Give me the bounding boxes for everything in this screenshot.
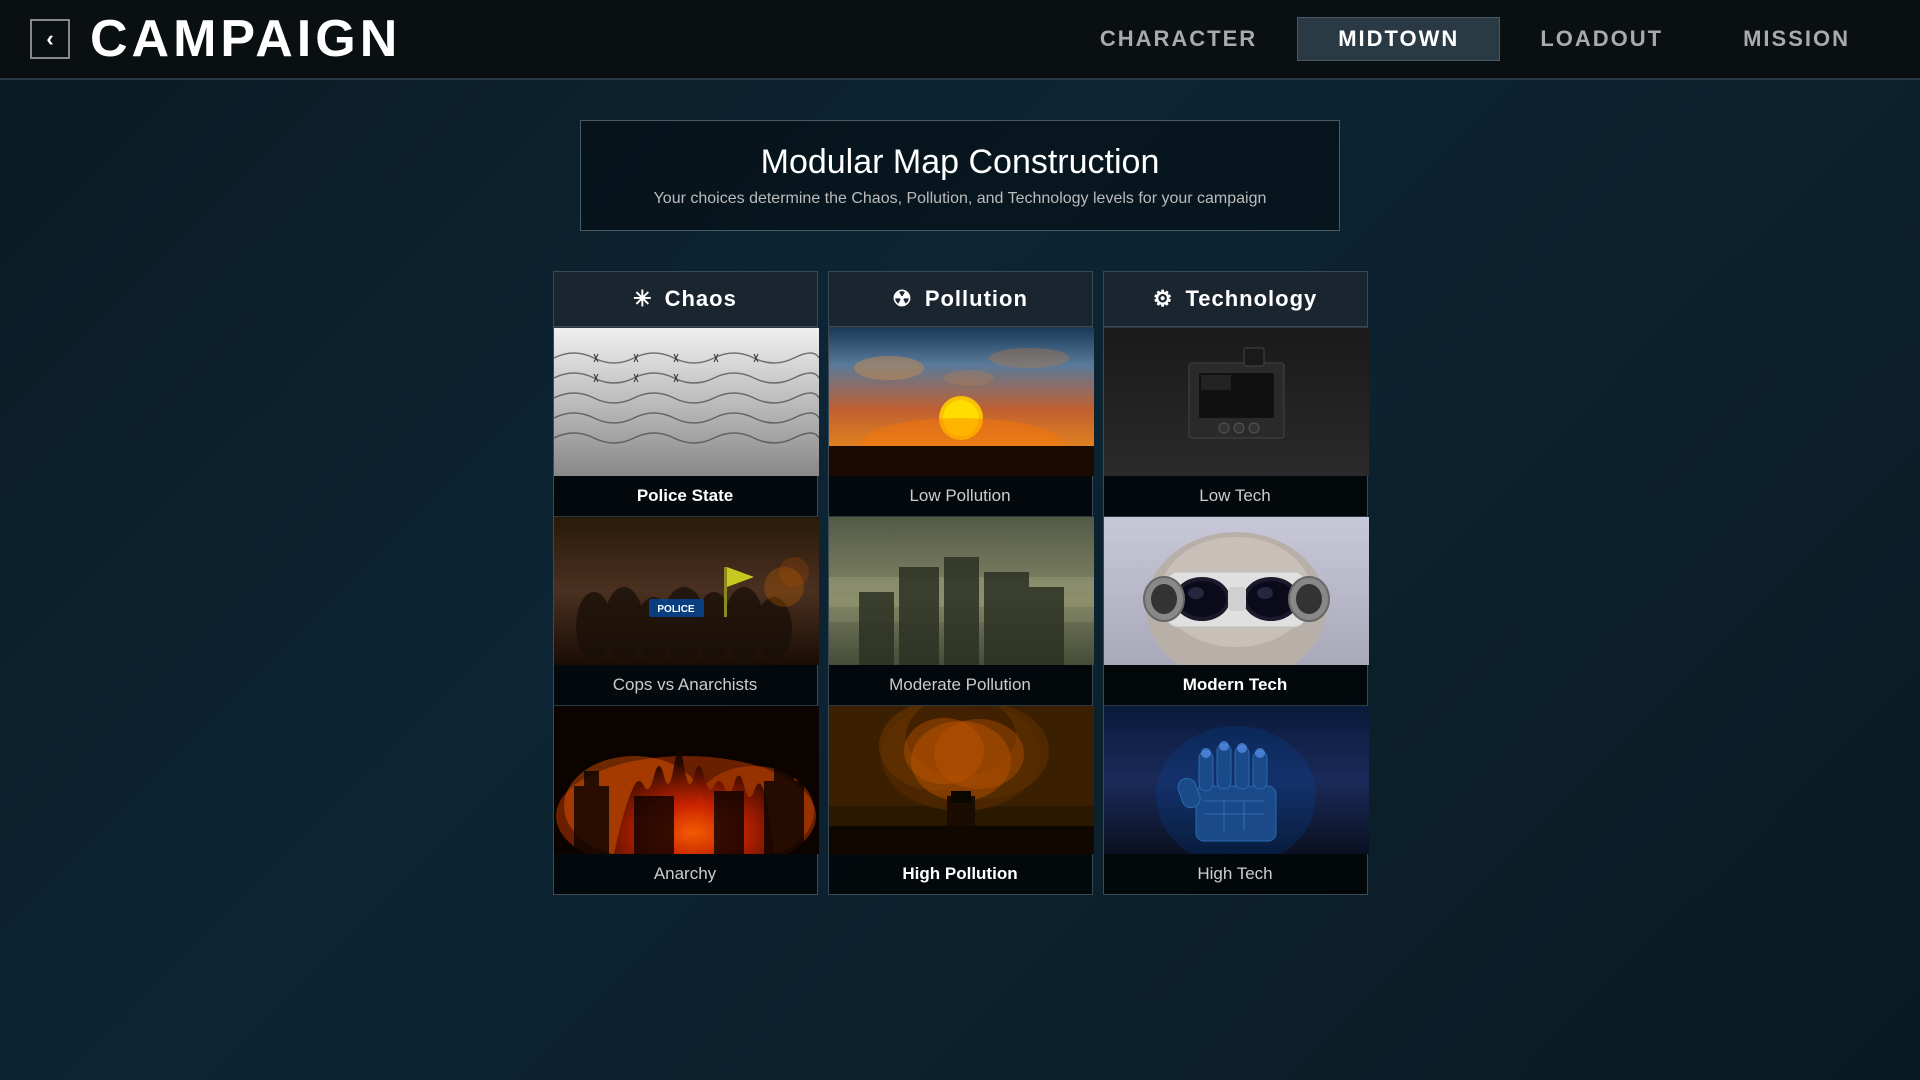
anarchy-label: Anarchy [554, 854, 817, 894]
high-tech-label: High Tech [1104, 854, 1367, 894]
high-tech-svg [1104, 706, 1369, 854]
low-tech-label: Low Tech [1104, 476, 1367, 516]
panel-title: Modular Map Construction [641, 143, 1279, 182]
low-pollution-label: Low Pollution [829, 476, 1092, 516]
map-grid: ✳ Chaos [553, 271, 1368, 895]
anarchy-image [554, 706, 819, 854]
cops-anarchists-label: Cops vs Anarchists [554, 665, 817, 705]
tech-high-card[interactable]: High Tech [1104, 705, 1367, 894]
moderate-pollution-svg [829, 517, 1094, 665]
tab-character[interactable]: CHARACTER [1060, 18, 1297, 60]
nav-tabs: CHARACTER MIDTOWN LOADOUT MISSION [1060, 17, 1890, 61]
modern-tech-svg [1104, 517, 1369, 665]
cops-anarchists-image: POLICE [554, 517, 819, 665]
panel-subtitle: Your choices determine the Chaos, Pollut… [641, 190, 1279, 208]
low-tech-svg [1104, 328, 1369, 476]
police-state-svg [554, 328, 819, 476]
pollution-header: ☢ Pollution [829, 272, 1092, 327]
back-icon: ‹ [46, 26, 53, 52]
low-pollution-svg [829, 328, 1094, 476]
low-pollution-image [829, 328, 1094, 476]
technology-icon: ⚙ [1153, 286, 1174, 312]
high-pollution-svg [829, 706, 1094, 854]
pollution-label: Pollution [925, 286, 1028, 312]
tab-mission[interactable]: MISSION [1703, 18, 1890, 60]
high-pollution-image [829, 706, 1094, 854]
pollution-column: ☢ Pollution [828, 271, 1093, 895]
chaos-column: ✳ Chaos [553, 271, 818, 895]
back-button[interactable]: ‹ [30, 19, 70, 59]
modern-tech-label: Modern Tech [1104, 665, 1367, 705]
anarchy-svg [554, 706, 819, 854]
cops-anarchists-svg: POLICE [554, 517, 819, 665]
tech-modern-card[interactable]: Modern Tech [1104, 516, 1367, 705]
svg-text:POLICE: POLICE [657, 604, 695, 615]
pollution-high-card[interactable]: High Pollution [829, 705, 1092, 894]
pollution-icon: ☢ [892, 286, 913, 312]
high-tech-image [1104, 706, 1369, 854]
tech-low-card[interactable]: Low Tech [1104, 327, 1367, 516]
technology-label: Technology [1185, 286, 1317, 312]
chaos-anarchy-card[interactable]: Anarchy [554, 705, 817, 894]
high-pollution-label: High Pollution [829, 854, 1092, 894]
pollution-moderate-card[interactable]: Moderate Pollution [829, 516, 1092, 705]
technology-column: ⚙ Technology [1103, 271, 1368, 895]
campaign-title: CAMPAIGN [90, 9, 401, 69]
tab-loadout[interactable]: LOADOUT [1500, 18, 1703, 60]
chaos-cops-anarchists-card[interactable]: POLICE Cops vs Anarchists [554, 516, 817, 705]
map-construction-panel: Modular Map Construction Your choices de… [580, 120, 1340, 231]
chaos-header: ✳ Chaos [554, 272, 817, 327]
police-state-image [554, 328, 819, 476]
chaos-police-state-card[interactable]: Police State [554, 327, 817, 516]
chaos-icon: ✳ [633, 286, 652, 312]
pollution-low-card[interactable]: Low Pollution [829, 327, 1092, 516]
police-state-label: Police State [554, 476, 817, 516]
tab-midtown[interactable]: MIDTOWN [1297, 17, 1500, 61]
moderate-pollution-image [829, 517, 1094, 665]
main-content: Modular Map Construction Your choices de… [0, 80, 1920, 895]
moderate-pollution-label: Moderate Pollution [829, 665, 1092, 705]
modern-tech-image [1104, 517, 1369, 665]
low-tech-image [1104, 328, 1369, 476]
top-nav: ‹ CAMPAIGN CHARACTER MIDTOWN LOADOUT MIS… [0, 0, 1920, 80]
technology-header: ⚙ Technology [1104, 272, 1367, 327]
chaos-label: Chaos [665, 286, 737, 312]
